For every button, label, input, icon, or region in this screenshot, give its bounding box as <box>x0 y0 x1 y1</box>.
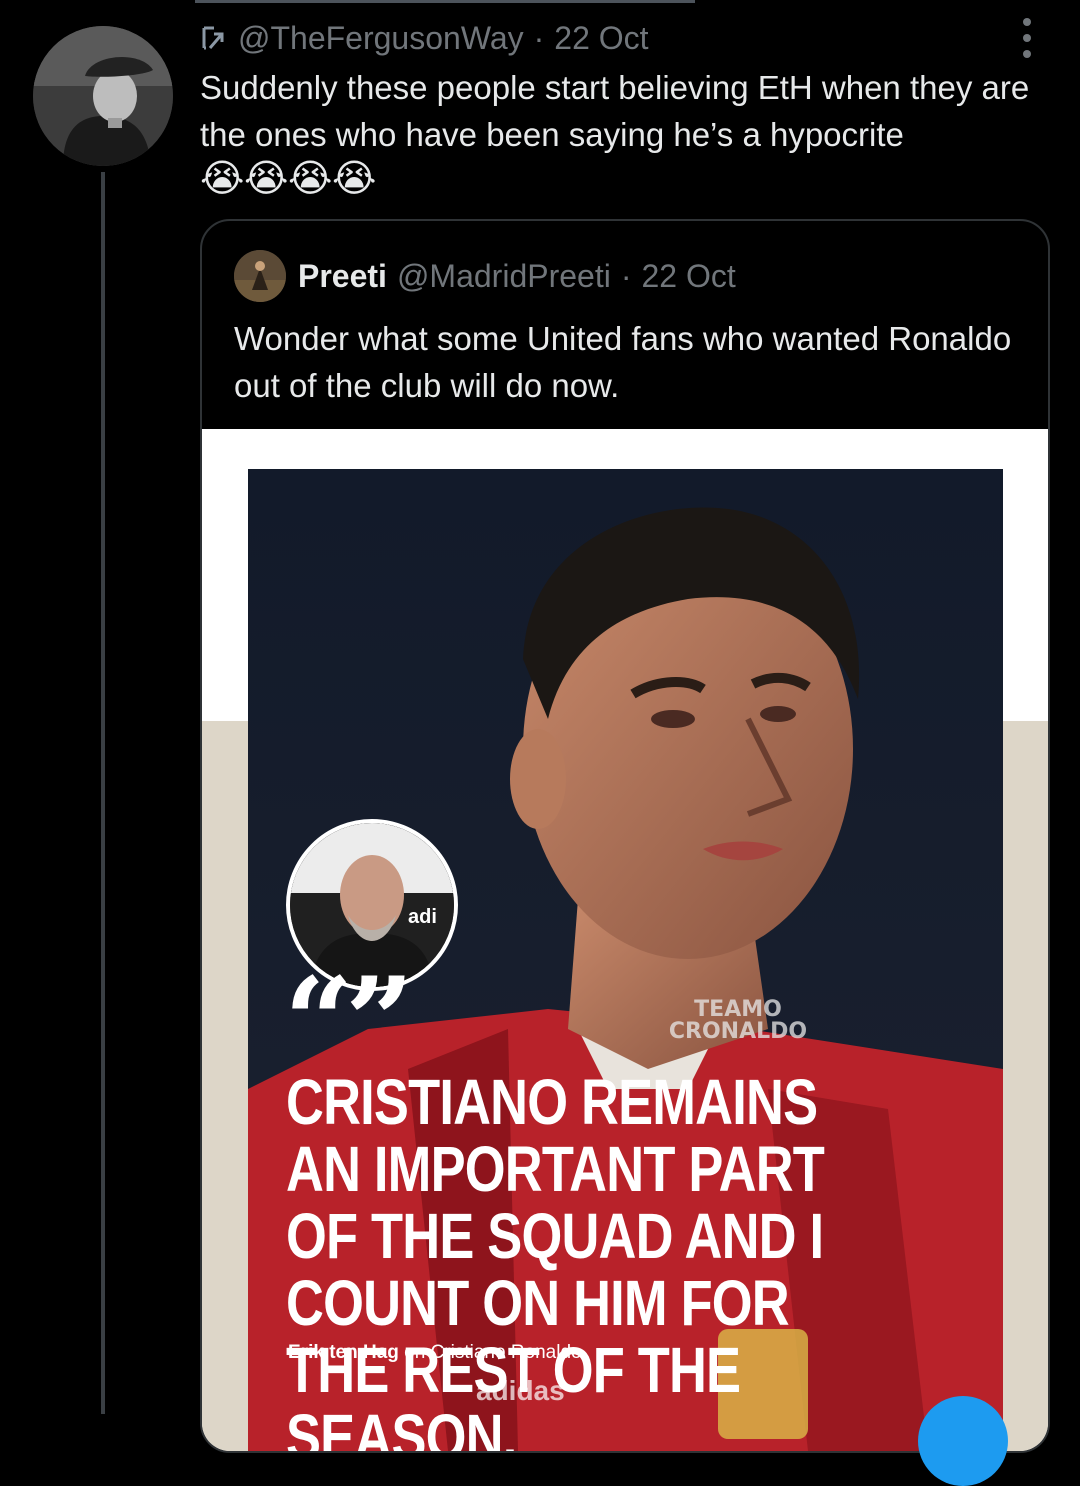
loudly-crying-emoji: 😭 <box>288 158 333 200</box>
quoted-tweet-date[interactable]: 22 Oct <box>641 258 735 295</box>
author-avatar[interactable] <box>33 26 173 166</box>
quoted-tweet-text: Wonder what some United fans who wanted … <box>234 320 1012 404</box>
jersey-brand-text: adidas <box>476 1375 565 1406</box>
tweet-emoji-row: 😭 😭 😭 😭 <box>200 158 377 202</box>
quoted-author-handle[interactable]: @MadridPreeti <box>397 258 611 295</box>
watermark-logo: TEAMO CRONALDO <box>668 997 808 1044</box>
top-scroll-indicator <box>195 0 695 3</box>
more-options-icon[interactable] <box>1010 18 1044 58</box>
quoted-tweet-card[interactable]: Preeti @MadridPreeti · 22 Oct Wonder wha… <box>200 219 1050 1453</box>
tweet-header: @TheFergusonWay · 22 Oct <box>200 18 649 58</box>
svg-text:adi: adi <box>408 906 437 928</box>
quote-attribution: Erik ten Hag on Cristiano Ronaldo <box>288 1342 582 1364</box>
loudly-crying-emoji: 😭 <box>200 158 245 200</box>
more-dot <box>1023 18 1031 26</box>
loudly-crying-emoji: 😭 <box>332 158 377 200</box>
tweet-text: Suddenly these people start believing Et… <box>200 69 1030 153</box>
quote-headline: CRISTIANO REMAINS AN IMPORTANT PART OF T… <box>286 1066 825 1452</box>
quoted-author-avatar[interactable] <box>234 250 286 302</box>
quoted-header-separator: · <box>620 257 632 294</box>
header-separator: · <box>533 19 545 56</box>
more-dot <box>1023 50 1031 58</box>
more-dot <box>1023 34 1031 42</box>
compose-tweet-button[interactable] <box>918 1396 1008 1486</box>
quoted-tweet-image[interactable]: adi “” TEAMO CRONALDO CRISTIANO REMAINS … <box>202 429 1048 1451</box>
tweet-date[interactable]: 22 Oct <box>554 20 648 57</box>
attribution-name: Erik ten Hag <box>288 1342 399 1363</box>
attribution-subject: on Cristiano Ronaldo <box>398 1342 582 1363</box>
author-handle[interactable]: @TheFergusonWay <box>238 20 524 57</box>
quotation-marks-icon: “” <box>284 951 414 1092</box>
quoted-avatar-icon <box>234 250 286 302</box>
quote-graphic-poster: adi “” TEAMO CRONALDO CRISTIANO REMAINS … <box>248 469 1003 1451</box>
thread-connector-line <box>101 172 105 1414</box>
quoted-author-name[interactable]: Preeti <box>298 258 387 295</box>
quoted-tweet-header: Preeti @MadridPreeti · 22 Oct <box>234 249 736 303</box>
loudly-crying-emoji: 😭 <box>244 158 289 200</box>
avatar-portrait-icon <box>33 26 173 166</box>
external-link-icon[interactable] <box>200 24 226 52</box>
